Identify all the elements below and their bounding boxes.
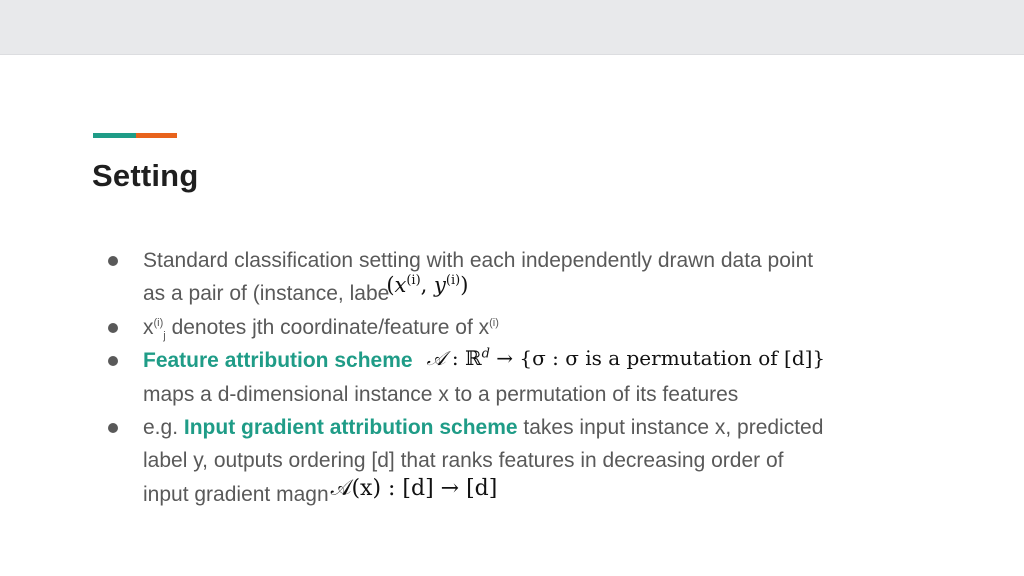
bullet-dot-icon [108,322,118,333]
input-gradient-line3: input gradient magn [143,482,329,506]
input-gradient-highlight: Input gradient attribution scheme [183,416,518,440]
math-gradient-ordering: 𝒜(x) : [d] → [d] [330,475,498,501]
accent-orange-segment [136,133,177,138]
accent-teal-segment [93,133,136,138]
bullet-text-line1: Standard classification setting with eac… [143,249,814,272]
feature-attribution-highlight: Feature attribution scheme [143,349,413,373]
input-gradient-line2: label y, outputs ordering [d] that ranks… [143,449,784,473]
coordinate-text-sup: (i) [489,316,499,329]
math-attribution-definition: 𝒜 : ℝd → {σ : σ is a permutation of [d]} [426,346,826,371]
title-accent-line [93,133,177,138]
coordinate-text: denotes jth coordinate/feature of x [165,315,490,339]
bullet-item-feature-attribution: Feature attribution scheme 𝒜 : ℝd → {σ : … [104,344,934,411]
coordinate-var: x [143,315,154,339]
feature-attribution-line2: maps a d-dimensional instance x to a per… [143,382,739,406]
top-bar [0,0,1024,55]
input-gradient-prefix: e.g. [143,416,184,440]
math-instance-label-pair: (x(i), y(i)) [386,273,469,298]
bullet-item-input-gradient: e.g. Input gradient attribution scheme t… [104,411,934,511]
input-gradient-rest: takes input instance x, predicted [517,416,824,440]
bullet-item-coordinate: x(i)j denotes jth coordinate/feature of … [104,311,934,344]
coordinate-sup: (i) [153,316,164,329]
slide-title: Setting [92,158,199,193]
bullet-dot-icon [108,256,118,266]
bullet-item-classification-setting: Standard classification setting with eac… [104,244,934,311]
bullet-dot-icon [108,423,118,434]
bullet-text-line2: as a pair of (instance, labe [143,282,390,306]
bullet-list: Standard classification setting with eac… [104,244,934,511]
bullet-dot-icon [108,356,118,367]
